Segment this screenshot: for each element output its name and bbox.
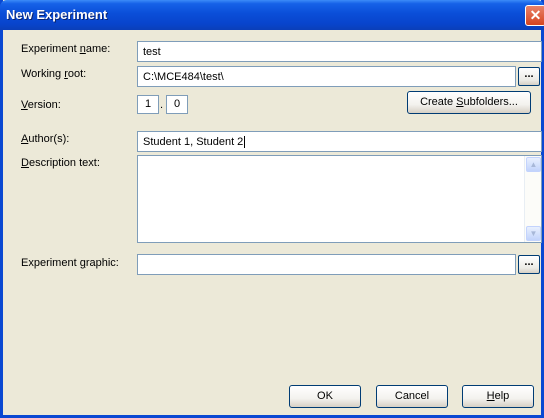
text-cursor: [244, 136, 246, 148]
close-button[interactable]: ✕: [525, 5, 544, 26]
cancel-button[interactable]: Cancel: [376, 385, 448, 408]
browse-working-root-button[interactable]: ...: [518, 67, 540, 86]
ok-button[interactable]: OK: [289, 385, 361, 408]
experiment-graphic-input[interactable]: [137, 254, 516, 275]
description-textarea[interactable]: ▲ ▼: [137, 155, 542, 243]
experiment-name-label: Experiment name:: [21, 43, 111, 55]
help-button[interactable]: Help: [462, 385, 534, 408]
window-title: New Experiment: [6, 7, 108, 22]
new-experiment-dialog: New Experiment ✕ Experiment name: test W…: [0, 0, 544, 418]
experiment-graphic-label: Experiment graphic:: [21, 257, 119, 269]
version-major-input[interactable]: 1: [137, 95, 159, 114]
description-scrollbar[interactable]: ▲ ▼: [524, 156, 541, 242]
scroll-up-icon[interactable]: ▲: [526, 157, 541, 172]
author-label: Author(s):: [21, 133, 70, 145]
author-input[interactable]: Student 1, Student 2: [137, 131, 542, 152]
working-root-input[interactable]: C:\MCE484\test\: [137, 66, 516, 87]
create-subfolders-button[interactable]: Create Subfolders...: [407, 91, 531, 114]
close-icon: ✕: [529, 7, 542, 23]
title-bar[interactable]: New Experiment ✕: [0, 0, 544, 30]
version-separator: .: [160, 99, 164, 111]
working-root-label: Working root:: [21, 68, 87, 80]
browse-graphic-button[interactable]: ...: [518, 255, 540, 274]
experiment-name-input[interactable]: test: [137, 41, 542, 62]
version-label: Version:: [21, 99, 61, 111]
scroll-down-icon[interactable]: ▼: [526, 226, 541, 241]
version-minor-input[interactable]: 0: [166, 95, 188, 114]
description-label: Description text:: [21, 157, 100, 169]
